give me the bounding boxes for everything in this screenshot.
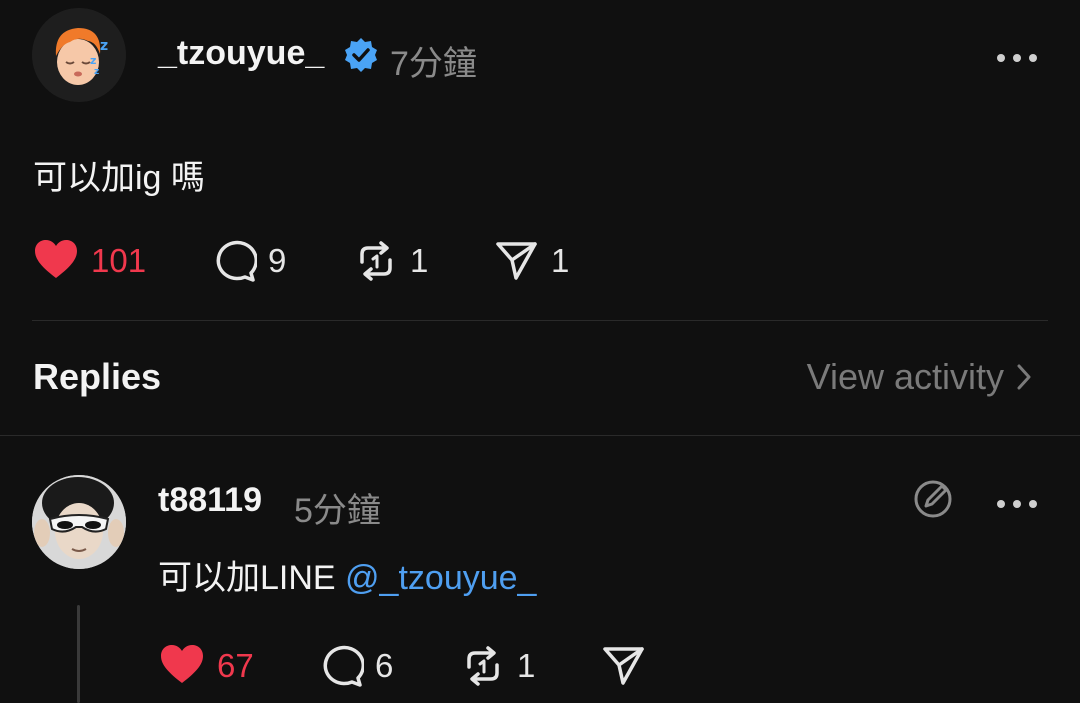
comment-icon — [216, 240, 259, 282]
reply-comment-count: 6 — [375, 647, 394, 684]
repost-icon — [467, 646, 499, 686]
author-username[interactable]: _tzouyue_ — [158, 34, 324, 73]
reply-time: 5分鐘 — [294, 492, 381, 530]
view-activity-link[interactable]: View activity — [807, 356, 1032, 398]
comment-icon — [323, 645, 366, 687]
reply-share-button[interactable] — [602, 645, 646, 692]
reply-repost-button[interactable] — [461, 645, 505, 692]
chevron-right-icon — [1017, 364, 1031, 390]
reply-username[interactable]: t88119 — [158, 481, 262, 520]
repost-count: 1 — [410, 242, 429, 279]
heart-icon — [161, 645, 203, 683]
post-time: 7分鐘 — [390, 45, 477, 83]
reply-author-avatar[interactable] — [32, 475, 126, 569]
reply-mention-link[interactable]: @_tzouyue_ — [345, 559, 536, 597]
reply-more-icon[interactable] — [996, 496, 1038, 514]
reply-like-button[interactable] — [159, 643, 205, 690]
replies-divider — [0, 435, 1080, 436]
repost-button[interactable] — [354, 240, 398, 287]
reply-avatar-image — [32, 475, 126, 569]
like-button[interactable] — [33, 238, 79, 285]
post-divider — [32, 320, 1048, 321]
repost-icon — [360, 241, 392, 281]
reply-text-body: 可以加LINE — [158, 559, 346, 597]
share-count: 1 — [551, 242, 570, 279]
reply-repost-count: 1 — [517, 647, 536, 684]
edit-reply-icon[interactable] — [912, 478, 954, 525]
author-avatar[interactable]: z z z — [32, 8, 126, 102]
reply-text: 可以加LINE @_tzouyue_ — [158, 550, 536, 599]
comment-count: 9 — [268, 242, 287, 279]
share-button[interactable] — [495, 240, 539, 287]
svg-text:z: z — [94, 67, 99, 77]
svg-text:z: z — [100, 38, 108, 54]
like-count: 101 — [91, 242, 147, 279]
view-activity-label: View activity — [806, 356, 1004, 397]
more-icon[interactable] — [996, 50, 1038, 68]
reply-comment-button[interactable] — [320, 645, 366, 692]
post-text: 可以加ig 嗎 — [33, 159, 205, 197]
svg-text:z: z — [90, 54, 96, 67]
memoji-avatar-image: z z z — [32, 8, 126, 102]
verified-icon — [342, 36, 380, 79]
heart-icon — [35, 240, 77, 278]
comment-button[interactable] — [213, 240, 259, 287]
replies-title: Replies — [33, 356, 162, 397]
thread-line — [77, 605, 80, 703]
share-icon — [496, 242, 537, 280]
share-icon — [603, 647, 644, 685]
reply-like-count: 67 — [217, 647, 254, 684]
